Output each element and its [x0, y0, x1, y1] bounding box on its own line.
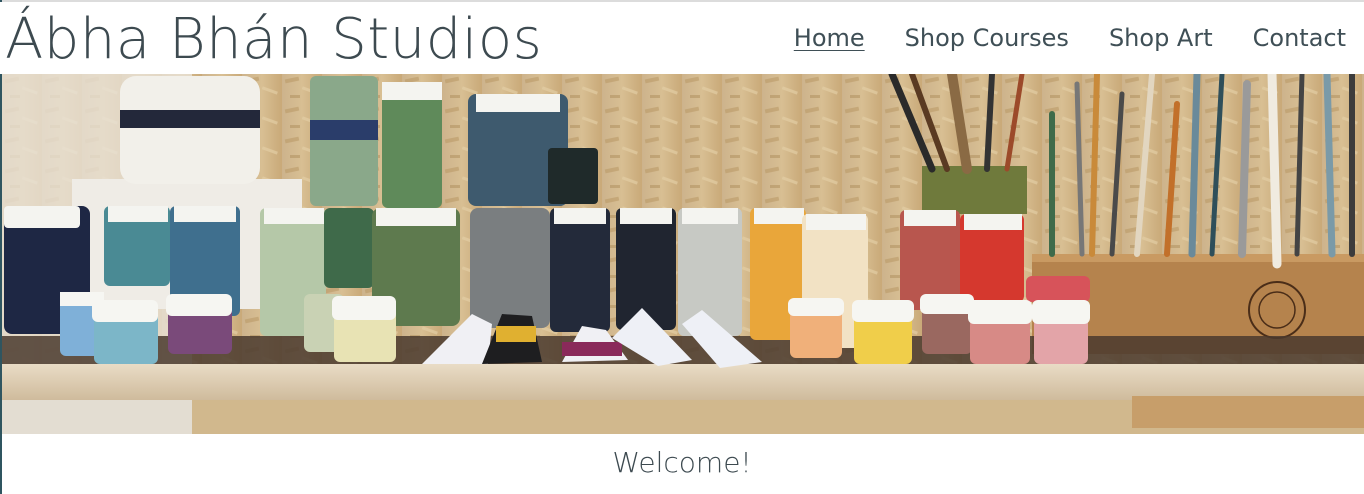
site-header: Ábha Bhán Studios Home Shop Courses Shop… [0, 2, 1364, 74]
nav-shop-art-link[interactable]: Shop Art [1109, 24, 1213, 52]
main-nav: Home Shop Courses Shop Art Contact [754, 2, 1346, 74]
hero-image [2, 74, 1364, 434]
nav-home-link[interactable]: Home [794, 24, 865, 52]
nav-shop-courses-link[interactable]: Shop Courses [905, 24, 1069, 52]
site-title[interactable]: Ábha Bhán Studios [5, 4, 542, 76]
nav-contact-link[interactable]: Contact [1253, 24, 1346, 52]
welcome-heading: Welcome! [612, 446, 752, 479]
